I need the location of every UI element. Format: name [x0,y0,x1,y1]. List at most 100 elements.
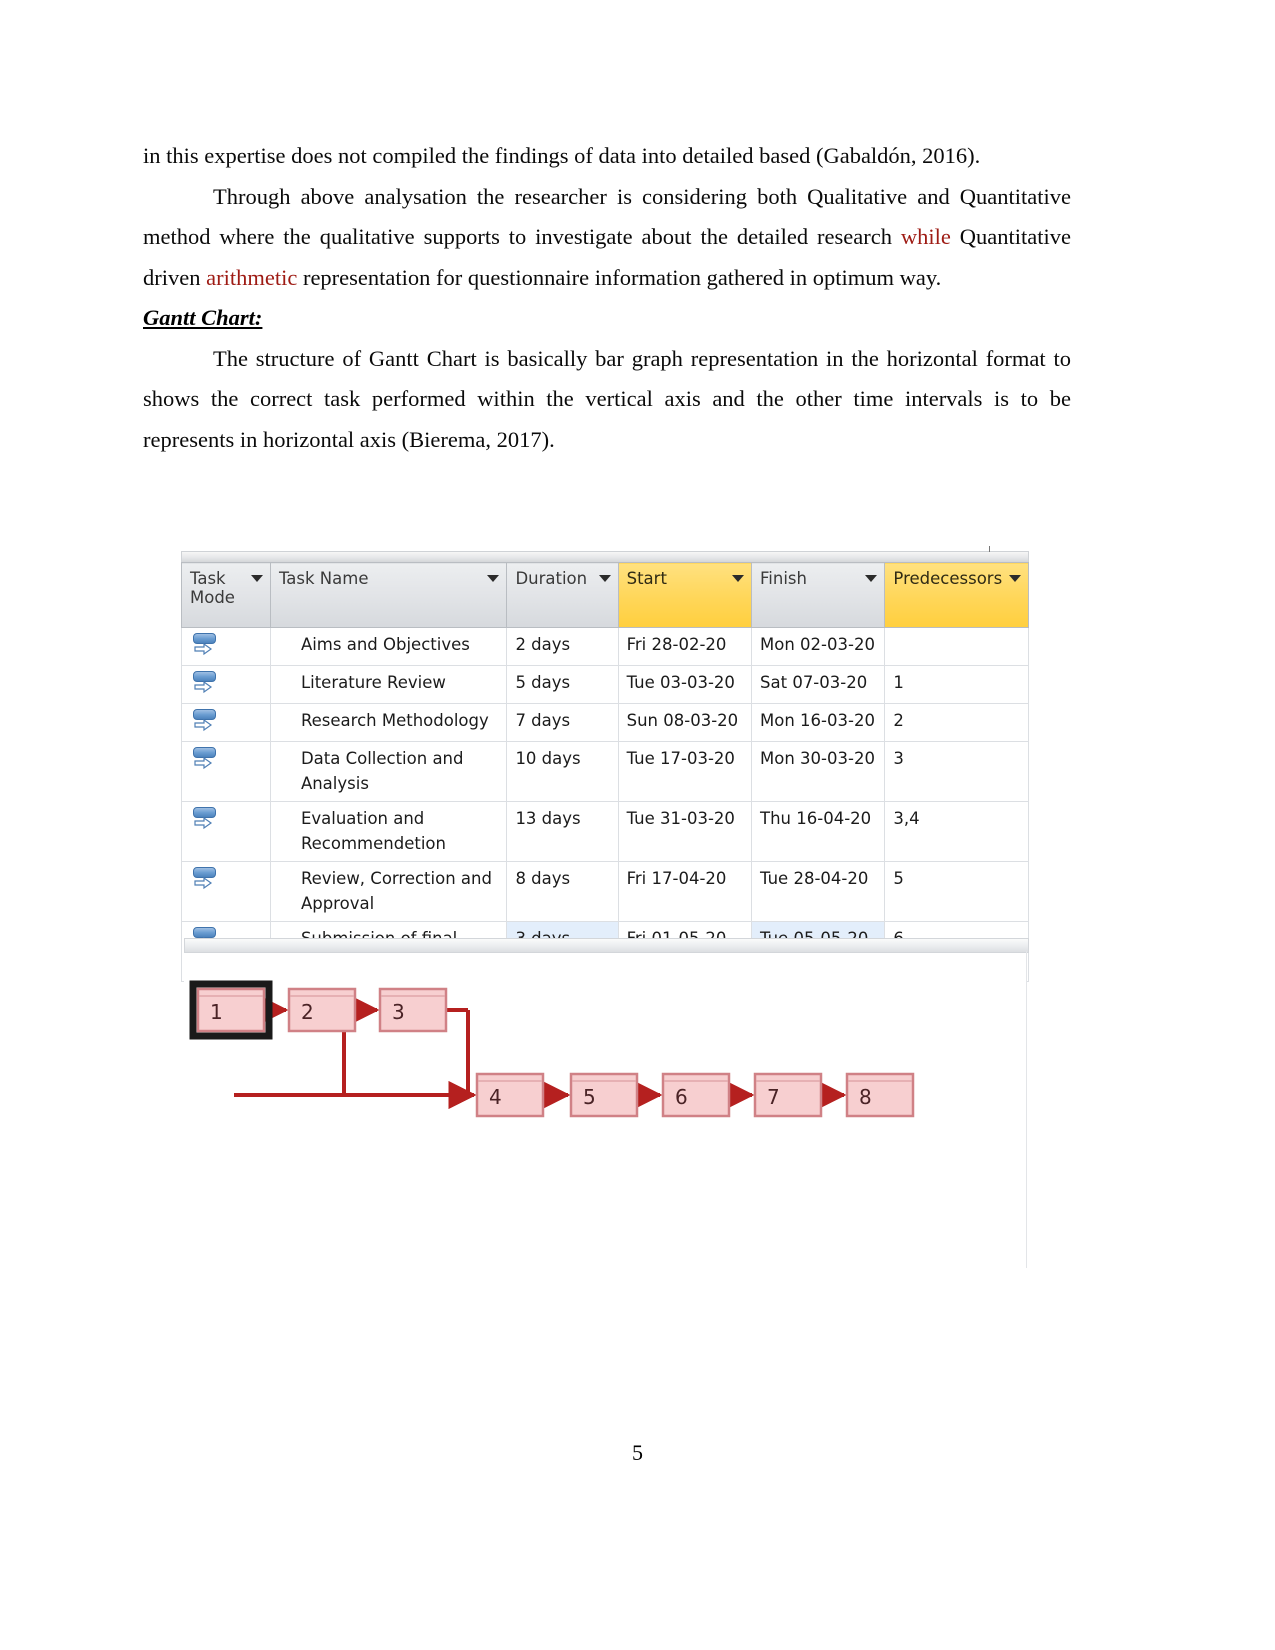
cell-duration[interactable]: 7 days [506,703,619,742]
auto-schedule-icon[interactable] [192,866,222,892]
network-node-4[interactable]: 4 [475,1072,545,1118]
column-header-start[interactable]: Start [617,562,753,628]
paragraph-2: Through above analysation the researcher… [143,177,1071,299]
task-table-body: Aims and Objectives 2 days Fri 28-02-20 Mon… [181,627,1029,982]
network-node-6[interactable]: 6 [661,1072,731,1118]
section-heading-gantt-chart: Gantt Chart: [143,305,263,330]
cell-finish[interactable]: Tue 28-04-20 [751,861,886,922]
cell-duration[interactable]: 13 days [506,801,619,862]
network-node-1[interactable]: 1 [189,980,273,1040]
body-text-block: in this expertise does not compiled the … [143,136,1071,460]
page-number: 5 [632,1440,643,1465]
network-diagram-svg: 1 2 3 4 5 6 7 8 [189,980,915,1118]
cell-task-mode[interactable] [181,801,271,862]
column-header-duration-label: Duration [515,569,588,588]
cell-task-mode[interactable] [181,741,271,802]
cell-start[interactable]: Tue 03-03-20 [617,665,753,704]
node-label: 5 [583,1085,596,1109]
table-row[interactable]: Review, Correction and Approval 8 days Fri… [181,861,1029,922]
cell-duration[interactable]: 5 days [506,665,619,704]
column-header-start-label: Start [626,569,667,588]
auto-schedule-icon[interactable] [192,708,222,734]
auto-schedule-icon[interactable] [192,806,222,832]
filter-dropdown-icon[interactable] [732,575,745,582]
network-node-5[interactable]: 5 [569,1072,639,1118]
column-header-task-mode[interactable]: Task Mode [181,562,271,628]
cell-task-mode[interactable] [181,703,271,742]
table-row[interactable]: Literature Review 5 days Tue 03-03-20 Sat 0… [181,665,1029,704]
cell-finish[interactable]: Mon 16-03-20 [751,703,886,742]
network-node-7[interactable]: 7 [753,1072,823,1118]
network-diagram-canvas: 1 2 3 4 5 6 7 8 [184,951,1026,1268]
cell-task-mode[interactable] [181,665,271,704]
filter-dropdown-icon[interactable] [487,575,500,582]
column-header-task-name[interactable]: Task Name [269,562,508,628]
document-page: in this expertise does not compiled the … [0,0,1275,1650]
cell-start[interactable]: Tue 17-03-20 [617,741,753,802]
cell-start[interactable]: Fri 28-02-20 [617,627,753,666]
table-row[interactable]: Evaluation and Recommendetion 13 days Tue … [181,801,1029,862]
cell-predecessors[interactable]: 1 [884,665,1029,704]
paragraph-1: in this expertise does not compiled the … [143,136,1071,177]
column-header-finish[interactable]: Finish [751,562,886,628]
cell-task-mode[interactable] [181,861,271,922]
column-header-task-name-label: Task Name [278,569,369,588]
node-label: 1 [210,1000,223,1024]
filter-dropdown-icon[interactable] [250,575,263,582]
node-label: 2 [301,1000,314,1024]
filter-dropdown-icon[interactable] [598,575,611,582]
cell-task-name[interactable]: Evaluation and Recommendetion [269,801,508,862]
gantt-task-table: Task Mode Task Name Duration Start Finis… [181,546,1029,982]
paragraph-2-seg-5: representation for questionnaire informa… [297,264,942,290]
cell-start[interactable]: Tue 31-03-20 [617,801,753,862]
network-diagram-right-divider [1026,951,1027,1268]
paragraph-2-seg-arithmetic: arithmetic [206,264,298,290]
cell-task-mode[interactable] [181,627,271,666]
filter-dropdown-icon[interactable] [865,575,878,582]
network-diagram: 1 2 3 4 5 6 7 8 [184,938,1029,1268]
paragraph-2-seg-while: while [900,224,951,249]
cell-finish[interactable]: Mon 30-03-20 [751,741,886,802]
cell-finish[interactable]: Sat 07-03-20 [751,665,886,704]
column-header-predecessors-label: Predecessors [893,569,1003,588]
gantt-table-topbar [181,546,1029,562]
cell-finish[interactable]: Mon 02-03-20 [751,627,886,666]
auto-schedule-icon[interactable] [192,632,222,658]
cell-duration[interactable]: 10 days [506,741,619,802]
network-node-3[interactable]: 3 [378,987,448,1033]
node-label: 6 [675,1085,688,1109]
cell-finish[interactable]: Thu 16-04-20 [751,801,886,862]
cell-start[interactable]: Sun 08-03-20 [617,703,753,742]
column-header-finish-label: Finish [760,569,807,588]
auto-schedule-icon[interactable] [192,746,222,772]
cell-predecessors[interactable]: 2 [884,703,1029,742]
paragraph-1-text: in this expertise does not compiled the … [143,143,981,168]
cell-predecessors[interactable] [884,627,1029,666]
filter-dropdown-icon[interactable] [1009,575,1021,582]
column-header-predecessors[interactable]: Predecessors [884,562,1029,628]
node-label: 8 [859,1085,872,1109]
paragraph-3: The structure of Gantt Chart is basicall… [143,345,1071,452]
node-label: 3 [392,1000,405,1024]
cell-predecessors[interactable]: 3,4 [884,801,1029,862]
cell-task-name[interactable]: Literature Review [269,665,508,704]
table-row[interactable]: Research Methodology 7 days Sun 08-03-20 Mo… [181,703,1029,742]
cell-predecessors[interactable]: 3 [884,741,1029,802]
network-node-8[interactable]: 8 [845,1072,915,1118]
cell-duration[interactable]: 2 days [506,627,619,666]
cell-task-name[interactable]: Data Collection and Analysis [269,741,508,802]
auto-schedule-icon[interactable] [192,670,222,696]
network-node-2[interactable]: 2 [287,987,357,1033]
table-header-row: Task Mode Task Name Duration Start Finis… [181,562,1029,628]
column-header-duration[interactable]: Duration [506,562,619,628]
cell-task-name[interactable]: Research Methodology [269,703,508,742]
table-row[interactable]: Data Collection and Analysis 10 days Tue 1… [181,741,1029,802]
cell-task-name[interactable]: Review, Correction and Approval [269,861,508,922]
cell-start[interactable]: Fri 17-04-20 [617,861,753,922]
cell-predecessors[interactable]: 5 [884,861,1029,922]
table-row[interactable]: Aims and Objectives 2 days Fri 28-02-20 Mon… [181,627,1029,666]
node-label: 7 [767,1085,780,1109]
timeline-tick-mark [989,546,990,552]
cell-task-name[interactable]: Aims and Objectives [269,627,508,666]
cell-duration[interactable]: 8 days [506,861,619,922]
